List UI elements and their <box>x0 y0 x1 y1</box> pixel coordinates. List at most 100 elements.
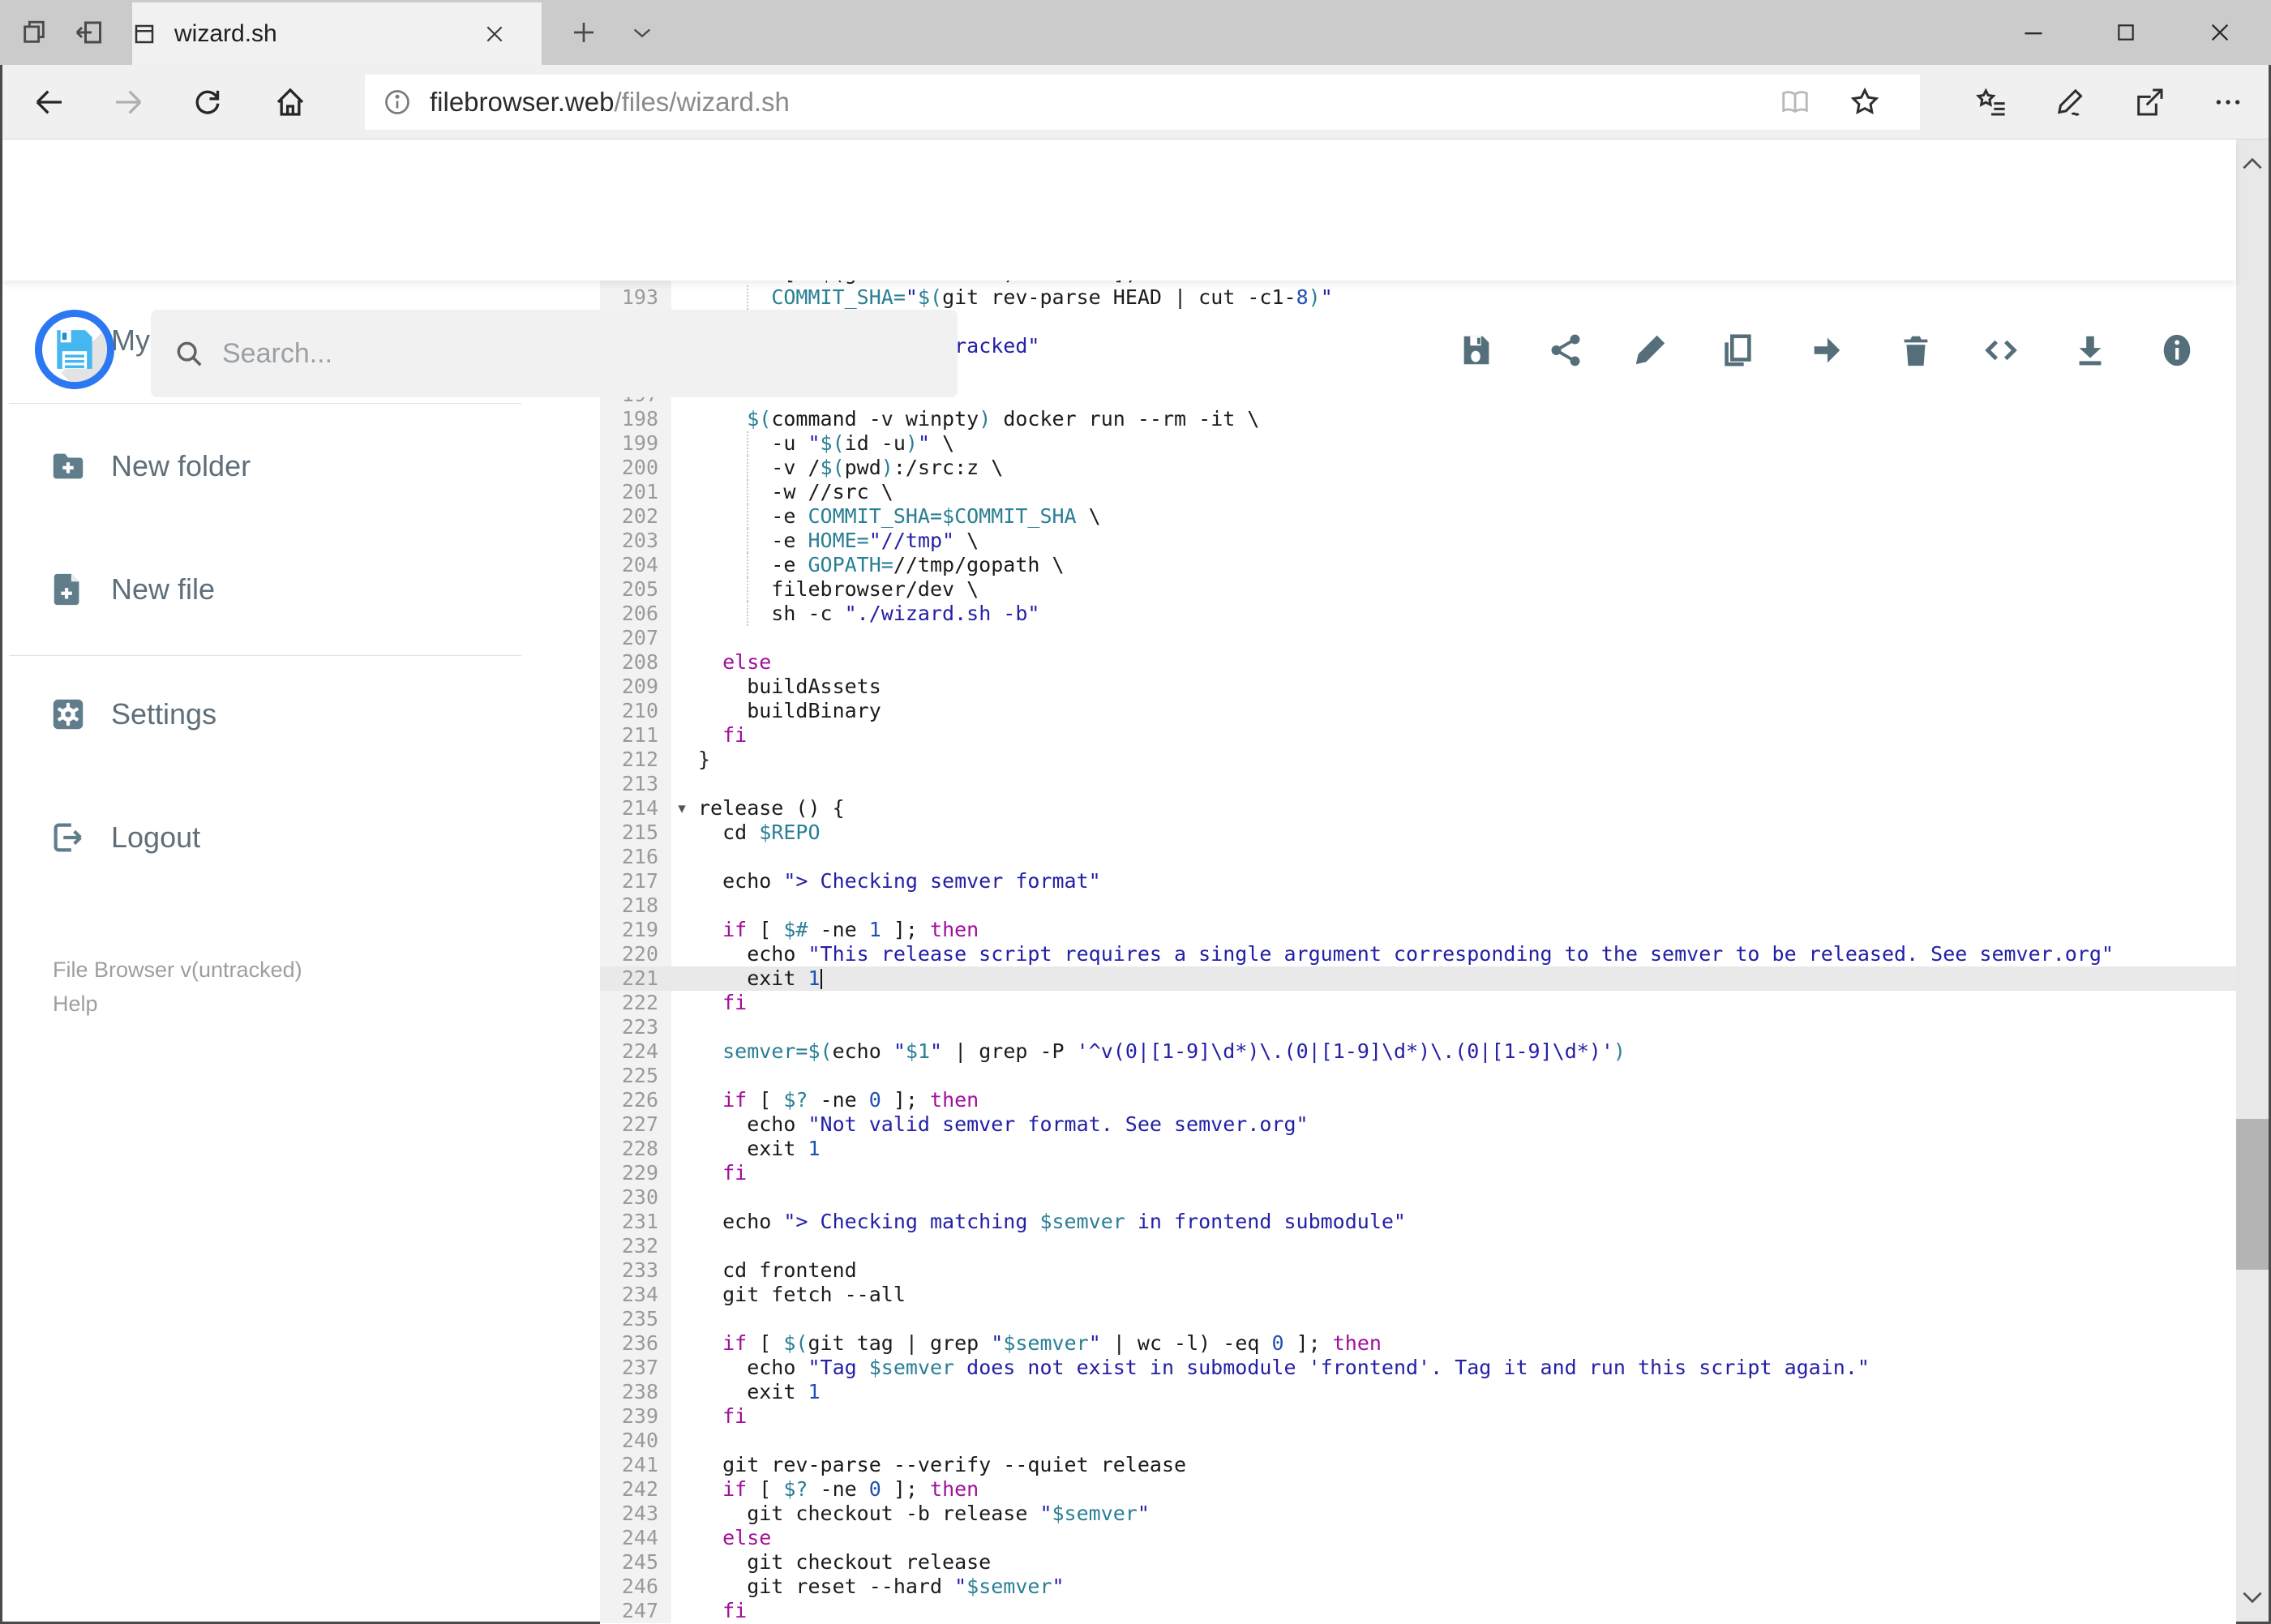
code-line[interactable]: 217 echo "> Checking semver format" <box>600 869 2236 893</box>
share-button[interactable] <box>1547 332 1584 369</box>
back-icon[interactable] <box>33 86 66 118</box>
code-line[interactable]: 219 if [ $# -ne 1 ]; then <box>600 918 2236 942</box>
code-line[interactable]: 225 <box>600 1064 2236 1088</box>
annotate-icon[interactable] <box>2055 86 2087 118</box>
close-tab-icon[interactable] <box>484 24 505 45</box>
favorite-icon[interactable] <box>1849 86 1881 118</box>
code-line[interactable]: 228 exit 1 <box>600 1137 2236 1161</box>
code-line[interactable]: 223 <box>600 1015 2236 1039</box>
tab-preview-button[interactable] <box>11 0 57 65</box>
code-line[interactable]: 238 exit 1 <box>600 1380 2236 1404</box>
code-line[interactable]: 204 -e GOPATH=//tmp/gopath \ <box>600 553 2236 577</box>
code-line[interactable]: 237 echo "Tag $semver does not exist in … <box>600 1356 2236 1380</box>
code-line[interactable]: 210 buildBinary <box>600 699 2236 723</box>
sidebar-item-logout[interactable]: Logout <box>2 801 600 874</box>
code-line[interactable]: 207 <box>600 626 2236 650</box>
code-line[interactable]: 213 <box>600 772 2236 796</box>
tabs-menu-button[interactable] <box>618 0 666 65</box>
save-button[interactable] <box>1458 332 1495 369</box>
refresh-icon[interactable] <box>191 86 224 118</box>
info-button[interactable] <box>2158 332 2196 369</box>
code-line[interactable]: 243 git checkout -b release "$semver" <box>600 1502 2236 1526</box>
browser-tab[interactable]: wizard.sh <box>132 2 542 65</box>
code-line[interactable]: 236 if [ $(git tag | grep "$semver" | wc… <box>600 1331 2236 1356</box>
code-line[interactable]: 241 git rev-parse --verify --quiet relea… <box>600 1453 2236 1477</box>
set-aside-tabs-button[interactable] <box>66 0 112 65</box>
code-line[interactable]: 206 sh -c "./wizard.sh -b" <box>600 602 2236 626</box>
download-button[interactable] <box>2072 332 2109 369</box>
url-field[interactable]: filebrowser.web/files/wizard.sh <box>365 75 1920 130</box>
code-line[interactable]: 212} <box>600 748 2236 772</box>
new-tab-button[interactable] <box>559 0 608 65</box>
line-number: 218 <box>600 893 671 918</box>
code-line[interactable]: 233 cd frontend <box>600 1258 2236 1283</box>
code-line[interactable]: 239 fi <box>600 1404 2236 1429</box>
code-line[interactable]: 202 -e COMMIT_SHA=$COMMIT_SHA \ <box>600 504 2236 529</box>
code-line[interactable]: 209 buildAssets <box>600 675 2236 699</box>
code-line[interactable]: 245 git checkout release <box>600 1550 2236 1575</box>
code-line[interactable]: 247 fi <box>600 1599 2236 1623</box>
code-editor[interactable]: 192 if [ "$(git status -s)" != "" ]; the… <box>600 281 2236 1624</box>
move-button[interactable] <box>1808 332 1845 369</box>
fold-arrow-icon[interactable]: ▾ <box>671 796 692 821</box>
sidebar-item-new-folder[interactable]: New folder <box>2 430 600 503</box>
close-window-button[interactable] <box>2179 0 2260 65</box>
code-line[interactable]: 232 <box>600 1234 2236 1258</box>
edit-button[interactable] <box>1631 332 1669 369</box>
code-line[interactable]: 231 echo "> Checking matching $semver in… <box>600 1210 2236 1234</box>
forward-icon[interactable] <box>112 86 144 118</box>
code-line[interactable]: 244 else <box>600 1526 2236 1550</box>
code-line[interactable]: 216 <box>600 845 2236 869</box>
code-line[interactable]: 229 fi <box>600 1161 2236 1185</box>
code-line[interactable]: 211 fi <box>600 723 2236 748</box>
code-line[interactable]: 221 exit 1 <box>600 966 2236 991</box>
code-button[interactable] <box>1982 332 2020 369</box>
code-line[interactable]: 205 filebrowser/dev \ <box>600 577 2236 602</box>
page-scrollbar[interactable] <box>2236 139 2269 1622</box>
code-line[interactable]: 222 fi <box>600 991 2236 1015</box>
scroll-up-icon[interactable] <box>2239 151 2265 177</box>
maximize-button[interactable] <box>2085 0 2166 65</box>
code-line[interactable]: 208 else <box>600 650 2236 675</box>
code-line[interactable]: 234 git fetch --all <box>600 1283 2236 1307</box>
code-line[interactable]: 198 $(command -v winpty) docker run --rm… <box>600 407 2236 431</box>
code-line[interactable]: 199 -u "$(id -u)" \ <box>600 431 2236 456</box>
reading-view-icon[interactable] <box>1780 87 1810 118</box>
code-line[interactable]: 218 <box>600 893 2236 918</box>
help-link[interactable]: Help <box>53 992 98 1017</box>
line-number: 208 <box>600 650 671 675</box>
sidebar-item-new-file[interactable]: New file <box>2 553 600 626</box>
site-info-icon[interactable] <box>383 88 412 117</box>
line-number: 221 <box>621 966 658 990</box>
code-line[interactable]: 215 cd $REPO <box>600 821 2236 845</box>
line-number: 205 <box>600 577 671 602</box>
code-line[interactable]: 224 semver=$(echo "$1" | grep -P '^v(0|[… <box>600 1039 2236 1064</box>
code-line[interactable]: 242 if [ $? -ne 0 ]; then <box>600 1477 2236 1502</box>
code-line[interactable]: 203 -e HOME="//tmp" \ <box>600 529 2236 553</box>
code-line[interactable]: 226 if [ $? -ne 0 ]; then <box>600 1088 2236 1112</box>
delete-button[interactable] <box>1897 332 1935 369</box>
hub-icon[interactable] <box>1975 86 2007 118</box>
code-line[interactable]: 201 -w //src \ <box>600 480 2236 504</box>
minimize-button[interactable] <box>1993 0 2074 65</box>
code-line[interactable]: 214 ▾ release () { <box>600 796 2236 821</box>
code-line[interactable]: 246 git reset --hard "$semver" <box>600 1575 2236 1599</box>
share-page-icon[interactable] <box>2133 86 2166 118</box>
scrollbar-thumb[interactable] <box>2236 1119 2269 1270</box>
scroll-down-icon[interactable] <box>2239 1584 2265 1610</box>
search-input[interactable]: Search... <box>151 310 958 397</box>
filebrowser-logo[interactable] <box>35 310 114 389</box>
copy-button[interactable] <box>1719 332 1756 369</box>
code-line[interactable]: 227 echo "Not valid semver format. See s… <box>600 1112 2236 1137</box>
code-text: git rev-parse --verify --quiet release <box>698 1453 1187 1476</box>
home-icon[interactable] <box>274 86 306 118</box>
sidebar-divider <box>9 655 521 656</box>
code-line[interactable]: 220 echo "This release script requires a… <box>600 942 2236 966</box>
sidebar-item-settings[interactable]: Settings <box>2 678 600 751</box>
more-icon[interactable] <box>2212 86 2244 118</box>
code-line[interactable]: 193 COMMIT_SHA="$(git rev-parse HEAD | c… <box>600 285 2236 310</box>
code-line[interactable]: 235 <box>600 1307 2236 1331</box>
code-line[interactable]: 240 <box>600 1429 2236 1453</box>
code-line[interactable]: 230 <box>600 1185 2236 1210</box>
code-line[interactable]: 200 -v /$(pwd):/src:z \ <box>600 456 2236 480</box>
